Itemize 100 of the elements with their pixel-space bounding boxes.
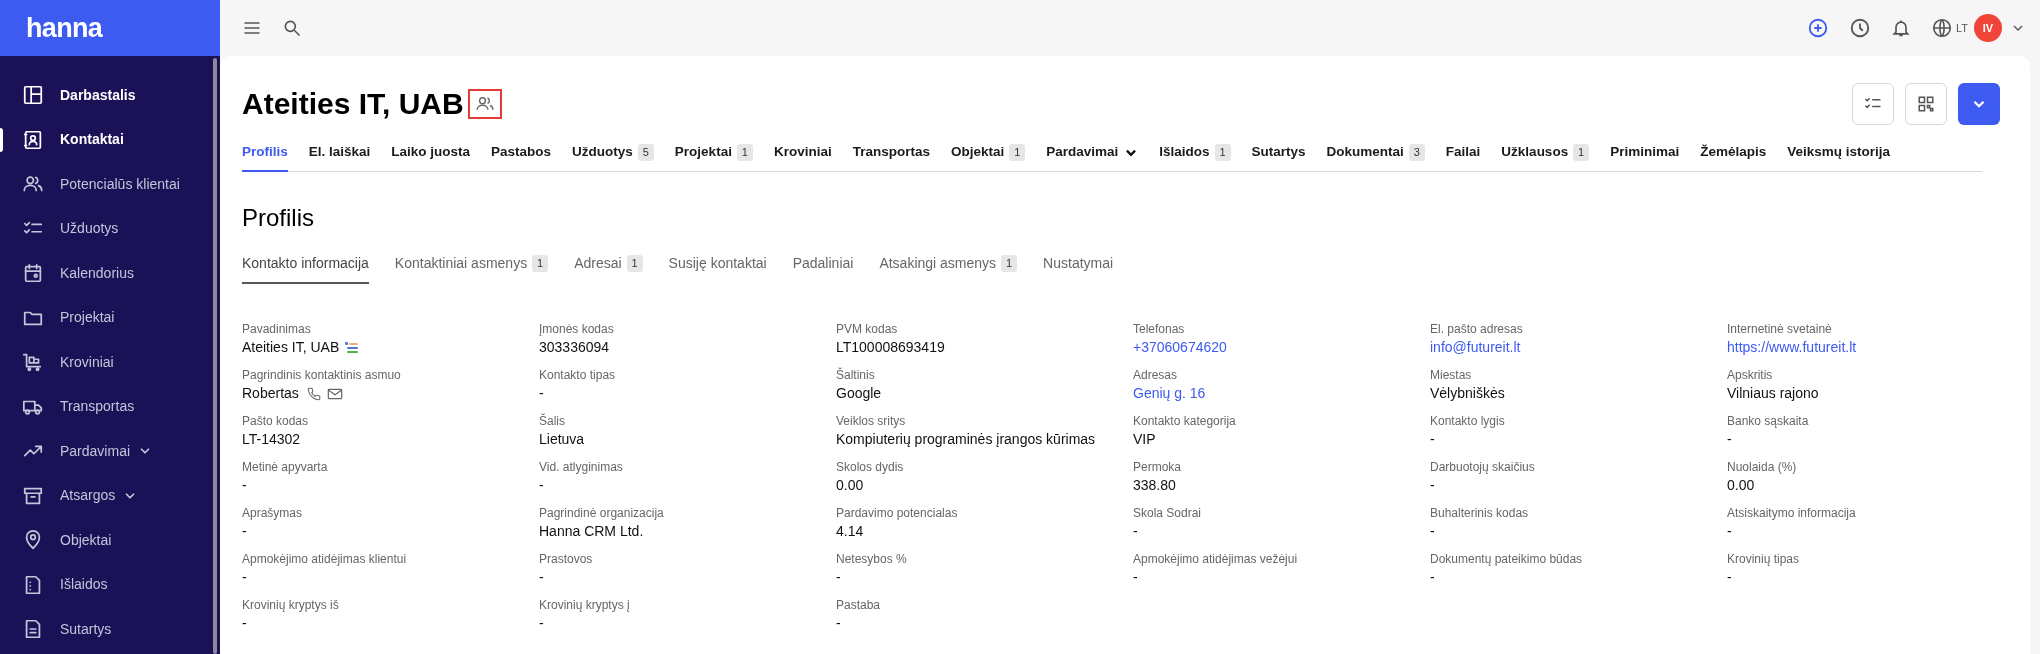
sidebar-item[interactable]: Projektai	[0, 295, 220, 340]
count-badge: 1	[1573, 144, 1590, 161]
tab[interactable]: El. laiškai	[308, 136, 371, 172]
field-value: 338.80	[1133, 476, 1176, 495]
count-badge: 1	[736, 144, 753, 161]
sidebar-item[interactable]: Išlaidos	[0, 562, 220, 607]
subtab[interactable]: Padaliniai	[792, 250, 854, 284]
field-label: Veiklos sritys	[836, 413, 907, 429]
sidebar-item[interactable]: Kalendorius	[0, 251, 220, 296]
count-badge: 3	[1408, 144, 1425, 161]
sidebar-item[interactable]: Objektai	[0, 518, 220, 563]
field-label: Metinė apyvarta	[242, 459, 329, 475]
tab[interactable]: Dokumentai 3	[1326, 136, 1425, 172]
field-link[interactable]: info@futureit.lt	[1430, 338, 1521, 357]
page-title: Ateities IT, UAB	[242, 89, 464, 119]
language-selector[interactable]: LT	[1930, 17, 1968, 39]
subtab[interactable]: Susiję kontaktai	[668, 250, 767, 284]
field-label: Krovinių kryptys į	[539, 597, 631, 613]
field-value: Lietuva	[539, 430, 585, 449]
field-label: Pardavimo potencialas	[836, 505, 959, 521]
subtab[interactable]: Nustatymai	[1043, 250, 1114, 284]
sidebar-item[interactable]: Darbastalis	[0, 73, 220, 118]
field-value: -	[1430, 430, 1435, 449]
tab[interactable]: Failai	[1445, 136, 1481, 172]
user-avatar[interactable]: IV	[1974, 14, 2002, 42]
field-value: VIP	[1133, 430, 1156, 449]
tab[interactable]: Profilis	[242, 136, 288, 172]
field-value: Ateities IT, UAB	[242, 338, 340, 357]
field-label: Pastaba	[836, 597, 882, 613]
count-badge: 1	[1009, 144, 1026, 161]
field-value: Vilniaus rajono	[1727, 384, 1819, 403]
subtab[interactable]: Atsakingi asmenys 1	[879, 250, 1018, 284]
tab[interactable]: Pastabos	[491, 136, 552, 172]
field-label: El. pašto adresas	[1430, 321, 1524, 337]
field-value: -	[242, 522, 247, 541]
field-value: Vėlybniškės	[1430, 384, 1505, 403]
field-label: Pavadinimas	[242, 321, 312, 337]
tab[interactable]: Objektai 1	[950, 136, 1026, 172]
field-label: Atsiskaitymo informacija	[1727, 505, 1857, 521]
subtab[interactable]: Kontaktiniai asmenys 1	[394, 250, 549, 284]
field-label: Internetinė svetainė	[1727, 321, 1833, 337]
subtab[interactable]: Kontakto informacija	[242, 250, 369, 284]
field-label: Nuolaida (%)	[1727, 459, 1798, 475]
field-label: Pagrindinė organizacija	[539, 505, 665, 521]
sidebar-item[interactable]: Atsargos	[0, 473, 220, 518]
tab[interactable]: Laiko juosta	[391, 136, 471, 172]
tab[interactable]: Žemėlapis	[1700, 136, 1767, 172]
tab[interactable]: Veiksmų istorija	[1787, 136, 1890, 172]
count-badge: 5	[637, 144, 654, 161]
sidebar-item[interactable]: Transportas	[0, 384, 220, 429]
tab[interactable]: Užduotys 5	[572, 136, 654, 172]
field-value: Google	[836, 384, 882, 403]
field-value: -	[836, 614, 841, 633]
sidebar-item[interactable]: Kroviniai	[0, 340, 220, 385]
field-label: Vid. atlyginimas	[539, 459, 624, 475]
sidebar-item[interactable]: Sutartys	[0, 607, 220, 652]
tab[interactable]: Išlaidos 1	[1159, 136, 1231, 172]
sidebar-item[interactable]: Pardavimai	[0, 429, 220, 474]
sidebar-item[interactable]: Kontaktai	[0, 117, 220, 162]
tab[interactable]: Kroviniai	[773, 136, 832, 172]
field-label: Permoka	[1133, 459, 1183, 475]
field-label: Buhalterinis kodas	[1430, 505, 1530, 521]
field-label: Krovinių tipas	[1727, 551, 1801, 567]
field-label: Skolos dydis	[836, 459, 905, 475]
field-value: -	[1133, 568, 1138, 587]
field-value: -	[539, 476, 544, 495]
field-label: Šalis	[539, 413, 566, 429]
field-value: -	[1133, 522, 1138, 541]
field-value: -	[242, 476, 247, 495]
subtab[interactable]: Adresai 1	[574, 250, 643, 284]
field-value: -	[1727, 522, 1732, 541]
field-value: Hanna CRM Ltd.	[539, 522, 644, 541]
field-value: LT100008693419	[836, 338, 945, 357]
tab[interactable]: Transportas	[852, 136, 930, 172]
tab[interactable]: Projektai 1	[674, 136, 753, 172]
field-label: Įmonės kodas	[539, 321, 615, 337]
field-value: -	[1727, 568, 1732, 587]
field-link[interactable]: Genių g. 16	[1133, 384, 1206, 403]
tab[interactable]: Priminimai	[1610, 136, 1680, 172]
count-badge: 1	[626, 254, 643, 272]
field-value: -	[539, 384, 544, 403]
field-value: 303336094	[539, 338, 610, 357]
field-label: Adresas	[1133, 367, 1179, 383]
field-value: 0.00	[836, 476, 864, 495]
field-value: -	[836, 568, 841, 587]
field-value: -	[1430, 522, 1435, 541]
field-link[interactable]: https://www.futureit.lt	[1727, 338, 1857, 357]
tab[interactable]: Užklausos 1	[1501, 136, 1590, 172]
sidebar-item[interactable]: Potencialūs klientai	[0, 162, 220, 207]
tab[interactable]: Sutartys	[1251, 136, 1306, 172]
sidebar-item[interactable]: Užduotys	[0, 206, 220, 251]
field-value: -	[242, 568, 247, 587]
tab[interactable]: Pardavimai	[1046, 136, 1139, 172]
field-link[interactable]: +37060674620	[1133, 338, 1227, 357]
field-label: Šaltinis	[836, 367, 876, 383]
field-label: Telefonas	[1133, 321, 1186, 337]
field-label: Skola Sodrai	[1133, 505, 1203, 521]
field-value: -	[1430, 568, 1435, 587]
brand-logo[interactable]: hanna	[26, 7, 103, 49]
field-label: Apmokėjimo atidėjimas klientui	[242, 551, 408, 567]
